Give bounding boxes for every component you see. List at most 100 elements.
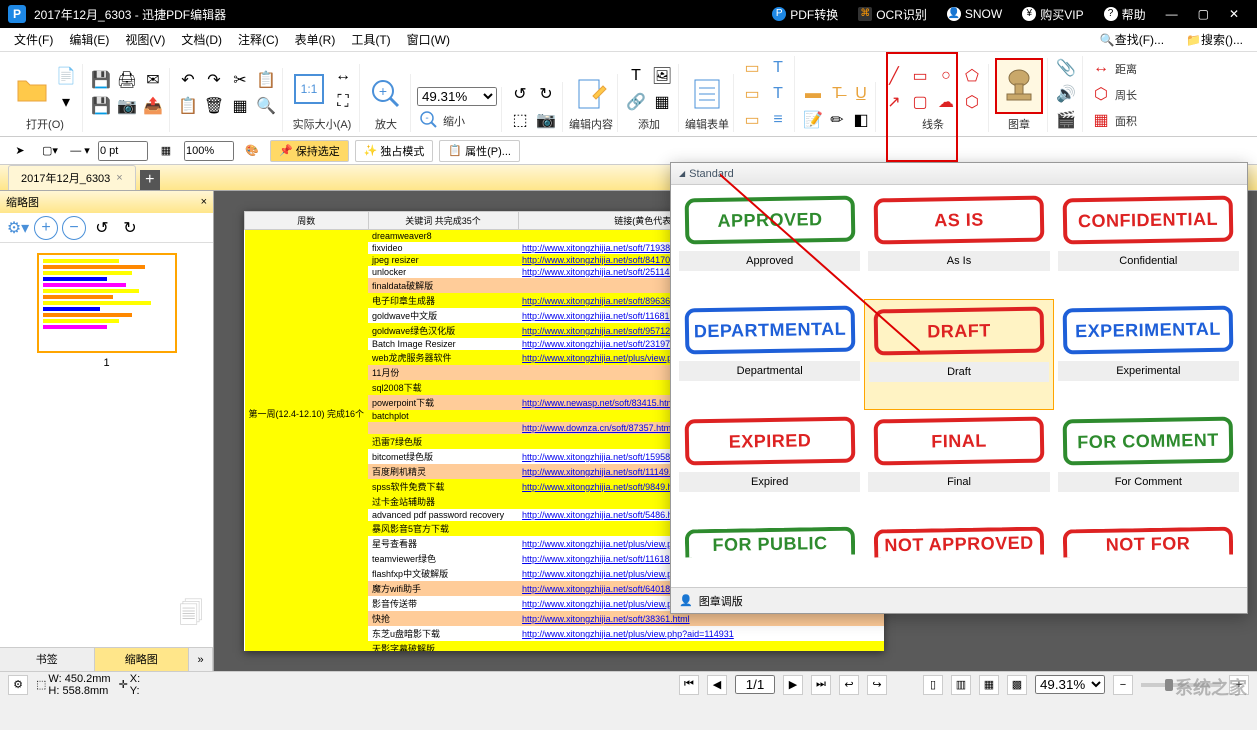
last-page-button[interactable]: ⏭ <box>811 675 831 695</box>
form-check-button[interactable]: T <box>766 56 790 80</box>
crop-button[interactable]: ⬚ <box>508 108 532 132</box>
thumb-rotate-right-button[interactable]: ↻ <box>118 216 142 240</box>
page-thumbnail[interactable] <box>37 253 177 353</box>
minimize-button[interactable]: — <box>1156 7 1188 21</box>
cut-button[interactable]: ✂ <box>228 68 252 92</box>
form-radio-button[interactable]: ▭ <box>740 82 764 106</box>
add-barcode-button[interactable]: ▦ <box>650 90 674 114</box>
pattern-picker[interactable]: ▦ <box>154 139 178 163</box>
paste-button[interactable]: 📋 <box>176 94 200 118</box>
stamp-as-is[interactable]: AS ISAs Is <box>864 189 1053 299</box>
thumb-zoomout-button[interactable]: − <box>62 216 86 240</box>
actual-size-button[interactable]: 1:1 <box>289 69 329 109</box>
polygon-button[interactable]: ⬠ <box>960 64 984 88</box>
ocr-button[interactable]: ⌘OCR识别 <box>848 6 937 23</box>
fit-width-button[interactable]: ↔ <box>331 64 355 88</box>
opacity-input[interactable] <box>184 141 234 161</box>
new-button[interactable]: 📄 <box>54 64 78 88</box>
table-link[interactable]: http://www.xitongzhijia.net/soft/38361.h… <box>522 614 690 624</box>
cloud-button[interactable]: ☁ <box>934 90 958 114</box>
line-button[interactable]: ╱ <box>882 64 906 88</box>
table-link[interactable]: http://www.xitongzhijia.net/soft/64018.h… <box>522 584 690 594</box>
pencil-button[interactable]: ✏ <box>825 108 849 132</box>
thumb-rotate-left-button[interactable]: ↺ <box>90 216 114 240</box>
edit-form-button[interactable] <box>687 74 727 114</box>
menu-window[interactable]: 窗口(W) <box>399 31 458 48</box>
scan-button[interactable]: 📷 <box>115 94 139 118</box>
underline-button[interactable]: U̲ <box>849 82 873 106</box>
area-button[interactable]: ▦ <box>1089 108 1113 132</box>
table-link[interactable]: http://www.downza.cn/soft/87357.html <box>522 423 673 433</box>
stamp-final[interactable]: FINALFinal <box>864 410 1053 520</box>
recent-button[interactable]: ▾ <box>54 90 78 114</box>
exclusive-mode-toggle[interactable]: ✨独占模式 <box>355 140 434 162</box>
rect-button[interactable]: ▭ <box>908 64 932 88</box>
table-link[interactable]: http://www.xitongzhijia.net/soft/5486.ht… <box>522 510 685 520</box>
keep-selected-toggle[interactable]: 📌保持选定 <box>270 140 349 162</box>
snapshot-button[interactable]: 📷 <box>534 108 558 132</box>
note-button[interactable]: 📝 <box>801 108 825 132</box>
stamp-for-public[interactable]: FOR PUBLIC <box>675 520 864 584</box>
rotate-right-button[interactable]: ↻ <box>534 82 558 106</box>
zoom-out-button[interactable]: - <box>417 108 441 132</box>
highlight-button[interactable]: ▬ <box>801 82 825 106</box>
fit-page-button[interactable]: ⛶ <box>331 90 355 114</box>
next-page-button[interactable]: ▶ <box>783 675 803 695</box>
stamp-expired[interactable]: EXPIREDExpired <box>675 410 864 520</box>
close-button[interactable]: ✕ <box>1219 7 1249 21</box>
distance-button[interactable]: ↔ <box>1089 56 1113 80</box>
prev-page-button[interactable]: ◀ <box>707 675 727 695</box>
document-tab[interactable]: 2017年12月_6303 × <box>8 165 136 190</box>
bookmark-tab[interactable]: 书签 <box>0 648 95 671</box>
table-link[interactable]: http://www.xitongzhijia.net/plus/view.ph… <box>522 629 734 639</box>
table-link[interactable]: http://www.newasp.net/soft/83415.html <box>522 398 676 408</box>
pages-icon[interactable]: 🗐 <box>179 596 203 637</box>
more-tabs-button[interactable]: » <box>189 648 213 671</box>
thumb-zoomin-button[interactable]: + <box>34 216 58 240</box>
rect2-button[interactable]: ▢ <box>908 90 932 114</box>
stamp-approved[interactable]: APPROVEDApproved <box>675 189 864 299</box>
thumbnail-tab[interactable]: 缩略图 <box>95 648 190 671</box>
stamp-not-for[interactable]: NOT FOR <box>1054 520 1243 584</box>
table-link[interactable]: http://www.xitongzhijia.net/soft/84170.h… <box>522 255 690 265</box>
zoom-slider[interactable] <box>1141 683 1221 687</box>
eraser-button[interactable]: ◧ <box>849 108 873 132</box>
form-button-button[interactable]: ≡ <box>766 108 790 132</box>
delete-button[interactable]: 🗑 <box>202 94 226 118</box>
nav-back-button[interactable]: ↩ <box>839 675 859 695</box>
table-link[interactable]: http://www.xitongzhijia.net/soft/89636.h… <box>522 296 690 306</box>
sound-button[interactable]: 🔊 <box>1054 82 1078 106</box>
continuous-button[interactable]: ▥ <box>951 675 971 695</box>
add-link-button[interactable]: 🔗 <box>624 90 648 114</box>
strikeout-button[interactable]: T̶ <box>825 82 849 106</box>
pointer-tool[interactable]: ➤ <box>8 139 32 163</box>
polyline-button[interactable]: ⬡ <box>960 90 984 114</box>
close-tab-icon[interactable]: × <box>116 172 122 184</box>
single-page-button[interactable]: ▯ <box>923 675 943 695</box>
color-picker[interactable]: 🎨 <box>240 139 264 163</box>
table-link[interactable]: http://www.xitongzhijia.net/soft/95712.h… <box>522 326 690 336</box>
arrow-button[interactable]: ↗ <box>882 90 906 114</box>
add-tab-button[interactable]: + <box>140 170 160 190</box>
zoom-in-button[interactable]: + <box>366 74 406 114</box>
stamp-for-comment[interactable]: FOR COMMENTFor Comment <box>1054 410 1243 520</box>
zoom-in-sb-button[interactable]: + <box>1229 675 1249 695</box>
maximize-button[interactable]: ▢ <box>1188 7 1219 21</box>
search-button[interactable]: 📁搜索()... <box>1178 31 1251 48</box>
help-button[interactable]: ?帮助 <box>1094 6 1156 23</box>
line-style[interactable]: — ▾ <box>68 139 92 163</box>
email-button[interactable]: ✉ <box>141 68 165 92</box>
stamp-not-approved[interactable]: NOT APPROVED <box>864 520 1053 584</box>
save-button[interactable]: 💾 <box>89 68 113 92</box>
find-tb-button[interactable]: 🔍 <box>254 94 278 118</box>
stamp-panel-header[interactable]: Standard <box>671 163 1247 185</box>
buy-vip-button[interactable]: ¥购买VIP <box>1012 6 1093 23</box>
stamp-departmental[interactable]: DEPARTMENTALDepartmental <box>675 299 864 411</box>
table-link[interactable]: http://www.xitongzhijia.net/soft/9849.ht… <box>522 482 685 492</box>
open-button[interactable] <box>12 69 52 109</box>
stamp-draft[interactable]: DRAFTDraft <box>864 299 1053 411</box>
menu-form[interactable]: 表单(R) <box>287 31 344 48</box>
first-page-button[interactable]: ⏮ <box>679 675 699 695</box>
export-button[interactable]: 📤 <box>141 94 165 118</box>
menu-document[interactable]: 文档(D) <box>173 31 230 48</box>
